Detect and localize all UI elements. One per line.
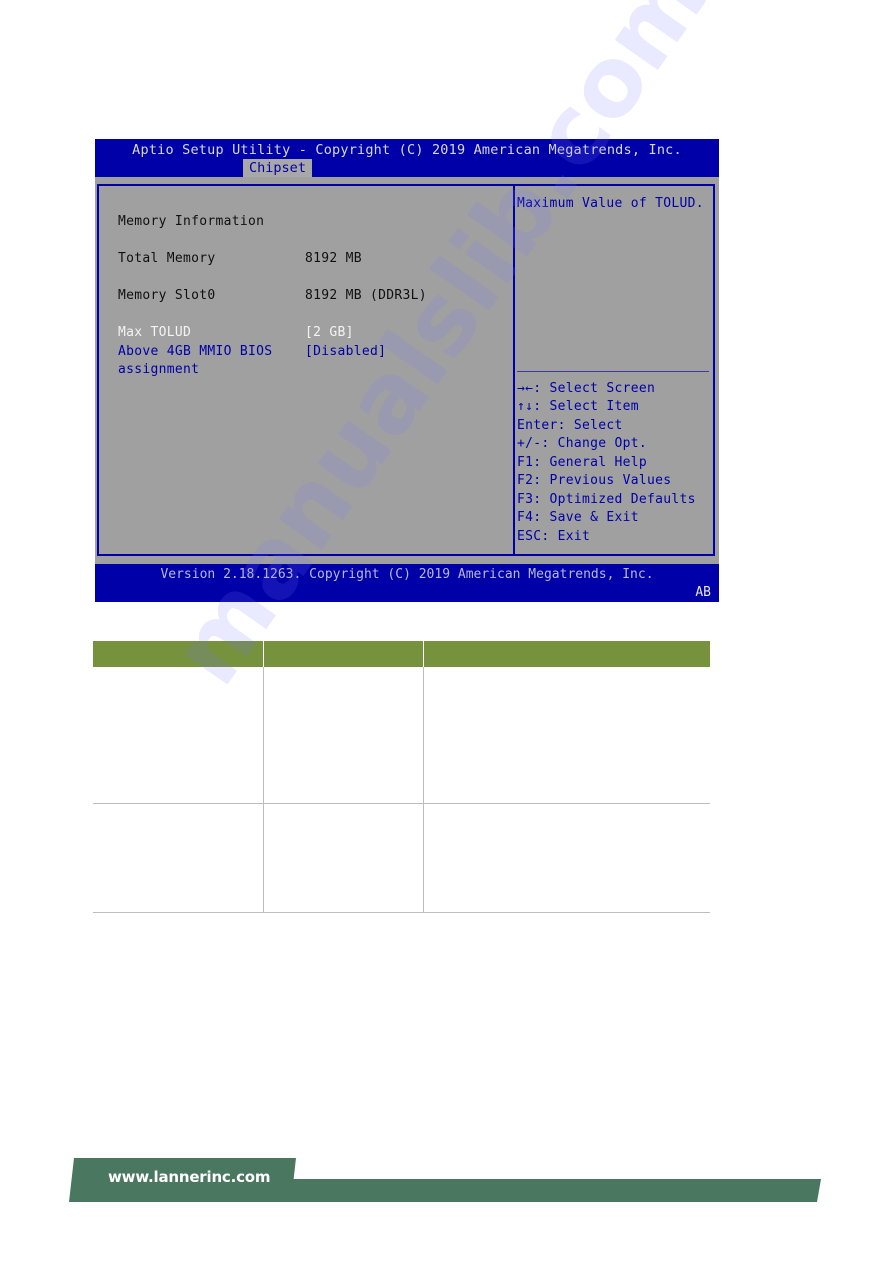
key-help-enter: Enter: Select: [517, 418, 623, 433]
key-help-f1: F1: General Help: [517, 455, 648, 470]
table-row: [93, 803, 710, 913]
bios-body: Memory Information Total Memory 8192 MB …: [95, 177, 719, 564]
key-help-f3: F3: Optimized Defaults: [517, 492, 696, 507]
bios-version: Version 2.18.1263. Copyright (C) 2019 Am…: [160, 567, 654, 582]
table-header-cell: [422, 641, 710, 667]
tab-chipset[interactable]: Chipset: [243, 159, 312, 177]
table-row: [93, 667, 710, 804]
table-cell: [422, 803, 710, 913]
footer-url[interactable]: www.lannerinc.com: [108, 1168, 271, 1186]
bios-screenshot: Aptio Setup Utility - Copyright (C) 2019…: [95, 139, 719, 602]
arrows-up-down-icon: ↑↓: [517, 399, 534, 414]
setting-total-memory-label: Total Memory: [118, 251, 216, 266]
arrows-left-right-icon: →←: [517, 381, 534, 396]
setting-max-tolud-value[interactable]: [2 GB]: [305, 324, 354, 342]
setting-max-tolud-label[interactable]: Max TOLUD: [118, 324, 191, 342]
table-cell: [422, 667, 710, 804]
key-help-esc: ESC: Exit: [517, 529, 591, 544]
help-text: Maximum Value of TOLUD.: [517, 196, 704, 211]
key-help-f4: F4: Save & Exit: [517, 510, 639, 525]
setting-total-memory-value: 8192 MB: [305, 251, 362, 266]
key-help-change-opt: +/-: Change Opt.: [517, 436, 648, 451]
help-separator: [517, 371, 709, 372]
table-cell: [93, 803, 263, 913]
setting-above-4gb-mmio-label[interactable]: Above 4GB MMIO BIOS: [118, 343, 272, 361]
key-help-select-screen: →←: Select Screen: [517, 381, 656, 396]
table-cell: [262, 667, 423, 804]
table-header-cell: [262, 641, 423, 667]
banner-bar-shape: [288, 1179, 821, 1202]
setting-above-4gb-mmio-label-line2[interactable]: assignment: [118, 361, 199, 379]
setting-above-4gb-mmio-value[interactable]: [Disabled]: [305, 343, 386, 361]
bios-frame: Memory Information Total Memory 8192 MB …: [97, 184, 715, 556]
settings-table: [93, 641, 710, 913]
table-header-cell: [93, 641, 263, 667]
setting-memory-slot0-value: 8192 MB (DDR3L): [305, 288, 427, 303]
table-header-row: [93, 641, 710, 667]
panel-divider: [513, 186, 515, 554]
setting-memory-information-label: Memory Information: [118, 214, 265, 229]
table-cell: [93, 667, 263, 804]
setting-memory-slot0-label: Memory Slot0: [118, 288, 216, 303]
bios-footer: Version 2.18.1263. Copyright (C) 2019 Am…: [95, 564, 719, 602]
key-help-select-item: ↑↓: Select Item: [517, 399, 639, 414]
bios-title: Aptio Setup Utility - Copyright (C) 2019…: [132, 142, 682, 158]
table-cell: [262, 803, 423, 913]
key-help-f2: F2: Previous Values: [517, 473, 672, 488]
bios-corner-code: AB: [695, 585, 711, 600]
